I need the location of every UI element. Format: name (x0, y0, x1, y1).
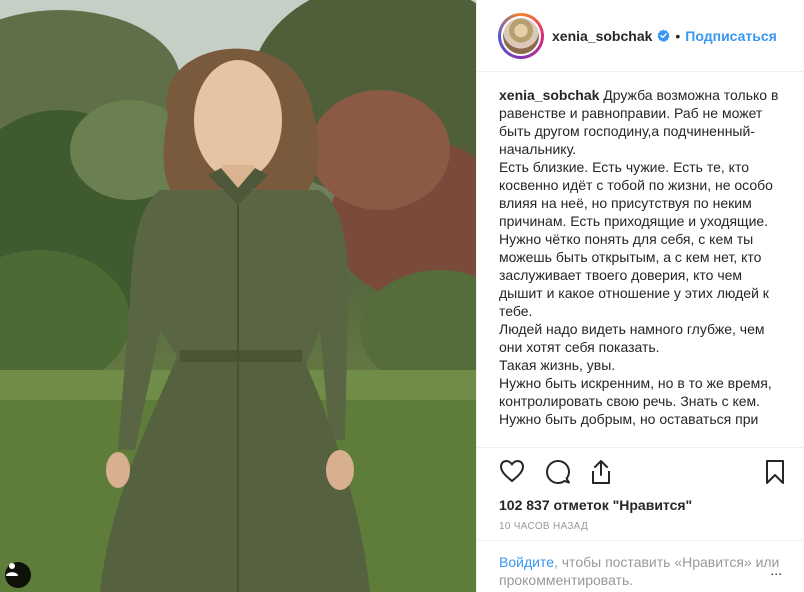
comment-icon[interactable] (545, 459, 571, 485)
login-link[interactable]: Войдите (499, 554, 554, 570)
bookmark-icon[interactable] (765, 459, 785, 485)
follow-button[interactable]: Подписаться (685, 28, 777, 44)
caption-username[interactable]: xenia_sobchak (499, 87, 599, 103)
more-options-button[interactable]: ... (770, 562, 782, 578)
post-header: xenia_sobchak • Подписаться (477, 0, 804, 72)
heart-icon[interactable] (499, 459, 525, 483)
photo-illustration (0, 0, 476, 592)
post-side-panel: xenia_sobchak • Подписаться xenia_sobcha… (476, 0, 804, 592)
caption-text: Дружба возможна только в равенстве и рав… (499, 87, 779, 427)
share-icon[interactable] (589, 459, 613, 485)
post-timestamp[interactable]: 10 часов назад (499, 521, 588, 532)
login-prompt: Войдите, чтобы поставить «Нравится» или … (477, 540, 804, 592)
user-tag-button[interactable] (5, 562, 31, 588)
caption-area[interactable]: xenia_sobchak Дружба возможна только в р… (477, 72, 804, 448)
likes-count[interactable]: 102 837 отметок "Нравится" (499, 497, 692, 513)
user-tag-icon (6, 563, 18, 576)
avatar-story-ring[interactable] (498, 12, 544, 59)
header-separator: • (675, 27, 681, 44)
post-caption: xenia_sobchak Дружба возможна только в р… (499, 86, 789, 428)
post-photo[interactable] (0, 0, 476, 592)
header-username[interactable]: xenia_sobchak (552, 28, 652, 44)
verified-badge-icon (657, 29, 670, 42)
avatar[interactable] (501, 15, 541, 56)
action-bar (477, 455, 804, 495)
